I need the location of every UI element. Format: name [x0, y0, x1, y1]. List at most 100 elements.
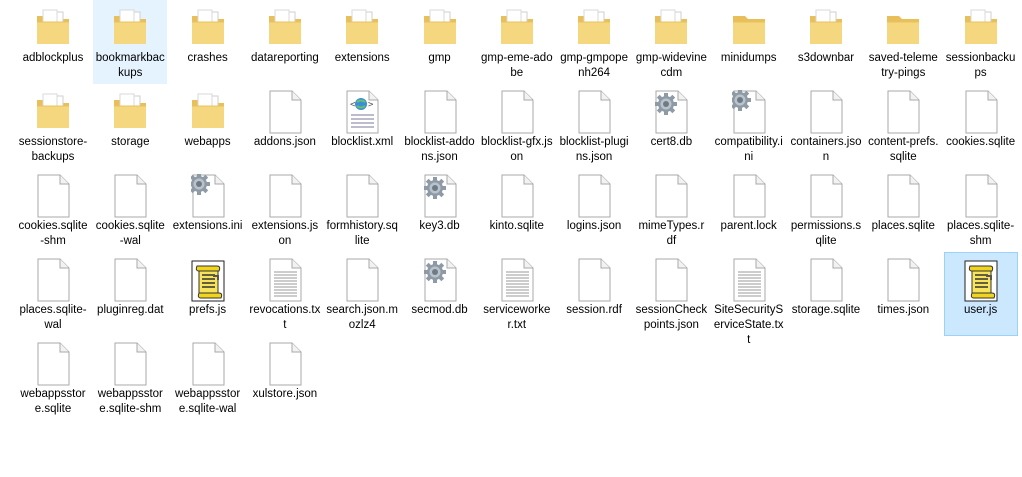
- file-item[interactable]: bookmarkbackups: [93, 0, 168, 84]
- file-icon: [345, 258, 379, 302]
- file-name-label: datareporting: [251, 52, 319, 64]
- file-name-label: s3downbar: [797, 52, 855, 64]
- file-item[interactable]: gmp-eme-adobe: [480, 0, 554, 84]
- folder-icon: [191, 6, 225, 50]
- file-item[interactable]: key3.db: [403, 168, 477, 252]
- file-name-label: cookies.sqlite-shm: [18, 220, 88, 247]
- file-item[interactable]: blocklist-gfx.json: [480, 84, 554, 168]
- file-name-label: pluginreg.dat: [97, 304, 164, 316]
- file-item[interactable]: gmp: [403, 0, 477, 84]
- file-item[interactable]: cookies.sqlite-shm: [16, 168, 90, 252]
- file-item[interactable]: < > blocklist.xml: [325, 84, 399, 168]
- file-icon: [113, 342, 147, 386]
- folder-icon: [423, 6, 457, 50]
- file-item[interactable]: cookies.sqlite-wal: [93, 168, 167, 252]
- text-file-icon: [732, 258, 766, 302]
- file-item[interactable]: extensions.json: [248, 168, 322, 252]
- file-name-label: search.json.mozlz4: [326, 304, 398, 331]
- file-icon: [500, 174, 534, 218]
- file-item[interactable]: cookies.sqlite: [944, 84, 1018, 168]
- file-item[interactable]: storage.sqlite: [789, 252, 863, 336]
- file-item[interactable]: serviceworker.txt: [480, 252, 554, 336]
- file-item[interactable]: revocations.txt: [248, 252, 322, 336]
- ini-file-icon: [731, 90, 766, 134]
- file-name-label: revocations.txt: [249, 304, 321, 331]
- file-item[interactable]: places.sqlite: [866, 168, 940, 252]
- file-item[interactable]: compatibility.ini: [712, 84, 786, 168]
- file-item[interactable]: sessionCheckpoints.json: [634, 252, 708, 336]
- file-icon: [577, 174, 611, 218]
- file-item[interactable]: formhistory.sqlite: [325, 168, 399, 252]
- file-name-label: adblockplus: [22, 52, 84, 64]
- folder-icon: [577, 6, 611, 50]
- file-item[interactable]: containers.json: [789, 84, 863, 168]
- file-item[interactable]: times.json: [866, 252, 940, 336]
- file-item[interactable]: webapps: [171, 84, 245, 168]
- file-name-label: serviceworker.txt: [483, 304, 551, 331]
- file-item[interactable]: webappsstore.sqlite-wal: [171, 336, 245, 420]
- file-icon: [886, 174, 920, 218]
- folder-icon: [654, 6, 688, 50]
- file-icon: [964, 174, 998, 218]
- file-item[interactable]: mimeTypes.rdf: [634, 168, 708, 252]
- file-item[interactable]: webappsstore.sqlite: [16, 336, 90, 420]
- file-icon: [36, 174, 70, 218]
- file-item[interactable]: session.rdf: [557, 252, 631, 336]
- file-name-label: storage: [111, 136, 150, 148]
- file-item[interactable]: permissions.sqlite: [789, 168, 863, 252]
- file-item[interactable]: extensions: [325, 0, 399, 84]
- file-item[interactable]: minidumps: [712, 0, 786, 84]
- file-name-label: blocklist-plugins.json: [559, 136, 629, 163]
- file-item[interactable]: SiteSecurityServiceState.txt: [712, 252, 786, 346]
- file-name-label: webappsstore.sqlite: [20, 388, 86, 415]
- file-item[interactable]: datareporting: [248, 0, 322, 84]
- file-item[interactable]: places.sqlite-shm: [944, 168, 1018, 252]
- file-name-label: kinto.sqlite: [489, 220, 544, 232]
- file-name-label: containers.json: [790, 136, 862, 163]
- file-name-label: cookies.sqlite: [946, 136, 1016, 148]
- file-item[interactable]: addons.json: [248, 84, 322, 168]
- file-item[interactable]: saved-telemetry-pings: [866, 0, 940, 84]
- file-item[interactable]: secmod.db: [403, 252, 477, 336]
- file-item[interactable]: gmp-widevinecdm: [634, 0, 708, 84]
- script-file-icon: [964, 258, 998, 302]
- settings-file-icon: [423, 258, 457, 302]
- folder-icon: [113, 90, 147, 134]
- file-item[interactable]: webappsstore.sqlite-shm: [93, 336, 167, 420]
- file-item[interactable]: sessionstore-backups: [16, 84, 90, 168]
- file-item[interactable]: user.js: [943, 252, 1018, 336]
- file-item[interactable]: places.sqlite-wal: [16, 252, 90, 336]
- file-name-label: extensions.json: [251, 220, 319, 247]
- file-item[interactable]: gmp-gmpopenh264: [557, 0, 631, 84]
- file-item[interactable]: sessionbackups: [944, 0, 1018, 84]
- file-name-label: minidumps: [720, 52, 777, 64]
- folder-icon: [191, 90, 225, 134]
- file-item[interactable]: parent.lock: [712, 168, 786, 252]
- file-item[interactable]: xulstore.json: [248, 336, 322, 420]
- file-item[interactable]: s3downbar: [789, 0, 863, 84]
- file-item[interactable]: extensions.ini: [171, 168, 245, 252]
- file-item[interactable]: crashes: [171, 0, 245, 84]
- file-item[interactable]: adblockplus: [16, 0, 90, 84]
- file-item[interactable]: content-prefs.sqlite: [866, 84, 940, 168]
- file-item[interactable]: cert8.db: [634, 84, 708, 168]
- folder-icon: [964, 6, 998, 50]
- file-item[interactable]: prefs.js: [171, 252, 245, 336]
- folder-icon: [113, 6, 147, 50]
- file-name-label: prefs.js: [189, 304, 227, 316]
- file-item[interactable]: blocklist-plugins.json: [557, 84, 631, 168]
- file-name-label: places.sqlite: [871, 220, 935, 232]
- file-item[interactable]: storage: [93, 84, 167, 168]
- xml-file-icon: < >: [345, 90, 379, 134]
- file-icon: [654, 258, 688, 302]
- file-item[interactable]: blocklist-addons.json: [403, 84, 477, 168]
- file-item[interactable]: logins.json: [557, 168, 631, 252]
- settings-file-icon: [654, 90, 688, 134]
- svg-text:>: >: [368, 100, 374, 110]
- file-item[interactable]: kinto.sqlite: [480, 168, 554, 252]
- file-name-label: blocklist-addons.json: [404, 136, 475, 163]
- file-icon: [809, 90, 843, 134]
- text-file-icon: [500, 258, 534, 302]
- file-item[interactable]: search.json.mozlz4: [325, 252, 399, 336]
- file-item[interactable]: pluginreg.dat: [93, 252, 167, 336]
